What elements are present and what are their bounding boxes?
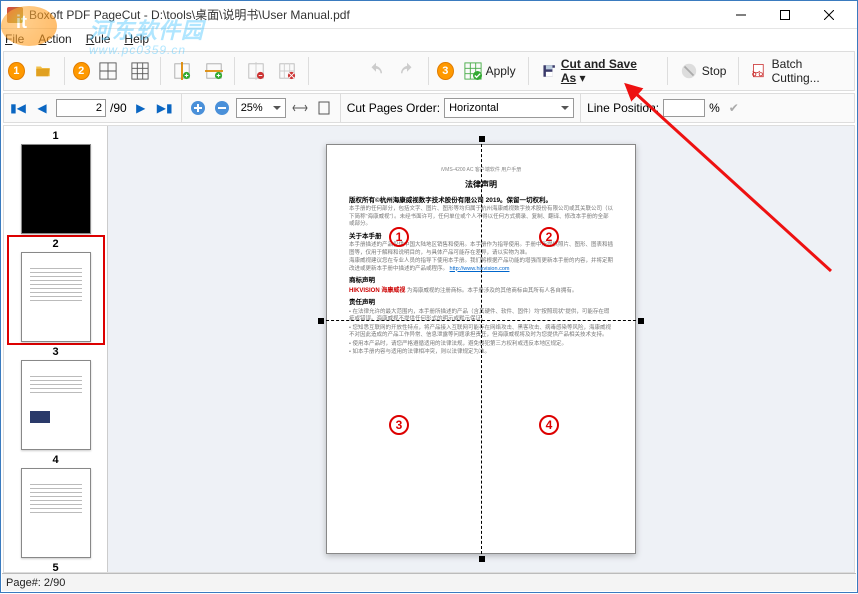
cut-save-label: Cut and Save As: [561, 57, 637, 85]
menubar: File Action Rule Help: [1, 29, 857, 49]
status-bar: Page#: 2/90: [2, 573, 856, 591]
menu-rule[interactable]: Rule: [86, 32, 111, 46]
zoom-out-button[interactable]: [212, 98, 232, 118]
quadrant-marker-3: 3: [389, 415, 409, 435]
cut-order-select[interactable]: Horizontal: [444, 98, 574, 118]
confirm-line-button[interactable]: ✔: [724, 98, 744, 118]
vertical-cut-line[interactable]: [481, 139, 482, 559]
zoom-select[interactable]: 25%: [236, 98, 286, 118]
main-toolbar: 1 2 3 Apply Cut and Save As ▾ Stop Batch…: [3, 51, 855, 91]
horizontal-cut-line[interactable]: [321, 320, 641, 321]
cut-and-save-as-button[interactable]: Cut and Save As ▾: [537, 57, 659, 85]
open-file-button[interactable]: [31, 57, 56, 85]
fit-width-button[interactable]: [290, 98, 310, 118]
maximize-button[interactable]: [763, 3, 807, 27]
quadrant-marker-2: 2: [539, 227, 559, 247]
app-icon: [7, 7, 23, 23]
page-sheet: iVMS-4200 AC 客户端软件 用户手册 法律声明 版权所有©杭州海康威视…: [326, 144, 636, 554]
thumbnail-4[interactable]: 4: [10, 454, 102, 558]
page-number-input[interactable]: [56, 99, 106, 117]
zoom-in-button[interactable]: [188, 98, 208, 118]
thumbnail-5[interactable]: 5: [10, 562, 102, 572]
thumbnail-panel: 1 2 3 4 5: [4, 126, 108, 572]
cut-order-label: Cut Pages Order:: [347, 101, 440, 115]
delete-all-cuts-button[interactable]: [275, 57, 300, 85]
grid-3x3-button[interactable]: [127, 57, 152, 85]
menu-help[interactable]: Help: [124, 32, 149, 46]
page-canvas[interactable]: iVMS-4200 AC 客户端软件 用户手册 法律声明 版权所有©杭州海康威视…: [108, 126, 854, 572]
add-vertical-cut-button[interactable]: [169, 57, 194, 85]
page-total: /90: [110, 101, 127, 115]
add-horizontal-cut-button[interactable]: [201, 57, 226, 85]
step-badge-1: 1: [8, 62, 25, 80]
redo-button[interactable]: [395, 57, 420, 85]
thumbnail-3[interactable]: 3: [10, 346, 102, 450]
grid-2x2-button[interactable]: [96, 57, 121, 85]
delete-cut-button[interactable]: [243, 57, 268, 85]
titlebar: Boxoft PDF PageCut - D:\tools\桌面\说明书\Use…: [1, 1, 857, 29]
minimize-button[interactable]: [719, 3, 763, 27]
fit-page-button[interactable]: [314, 98, 334, 118]
line-position-input[interactable]: [663, 99, 705, 117]
step-badge-2: 2: [73, 62, 90, 80]
status-page: Page#: 2/90: [6, 577, 65, 589]
page-toolbar: ▮◀ ◀ /90 ▶ ▶▮ 25% Cut Pages Order: Horiz…: [3, 93, 855, 123]
apply-button[interactable]: Apply: [460, 57, 520, 85]
batch-cutting-button[interactable]: Batch Cutting...: [747, 57, 850, 85]
window-title: Boxoft PDF PageCut - D:\tools\桌面\说明书\Use…: [29, 6, 719, 23]
thumbnail-2[interactable]: 2: [10, 238, 102, 342]
close-button[interactable]: [807, 3, 851, 27]
thumbnail-1[interactable]: 1: [10, 130, 102, 234]
stop-button: Stop: [676, 57, 731, 85]
line-position-label: Line Position:: [587, 101, 659, 115]
first-page-button[interactable]: ▮◀: [8, 98, 28, 118]
line-position-unit: %: [709, 101, 720, 115]
prev-page-button[interactable]: ◀: [32, 98, 52, 118]
undo-button[interactable]: [363, 57, 388, 85]
workspace: 1 2 3 4 5 iVMS-4200 AC 客户端软件 用户手册 法律声明 版…: [3, 125, 855, 573]
quadrant-marker-4: 4: [539, 415, 559, 435]
menu-file[interactable]: File: [5, 32, 24, 46]
quadrant-marker-1: 1: [389, 227, 409, 247]
menu-action[interactable]: Action: [38, 32, 71, 46]
last-page-button[interactable]: ▶▮: [155, 98, 175, 118]
step-badge-3: 3: [437, 62, 454, 80]
next-page-button[interactable]: ▶: [131, 98, 151, 118]
